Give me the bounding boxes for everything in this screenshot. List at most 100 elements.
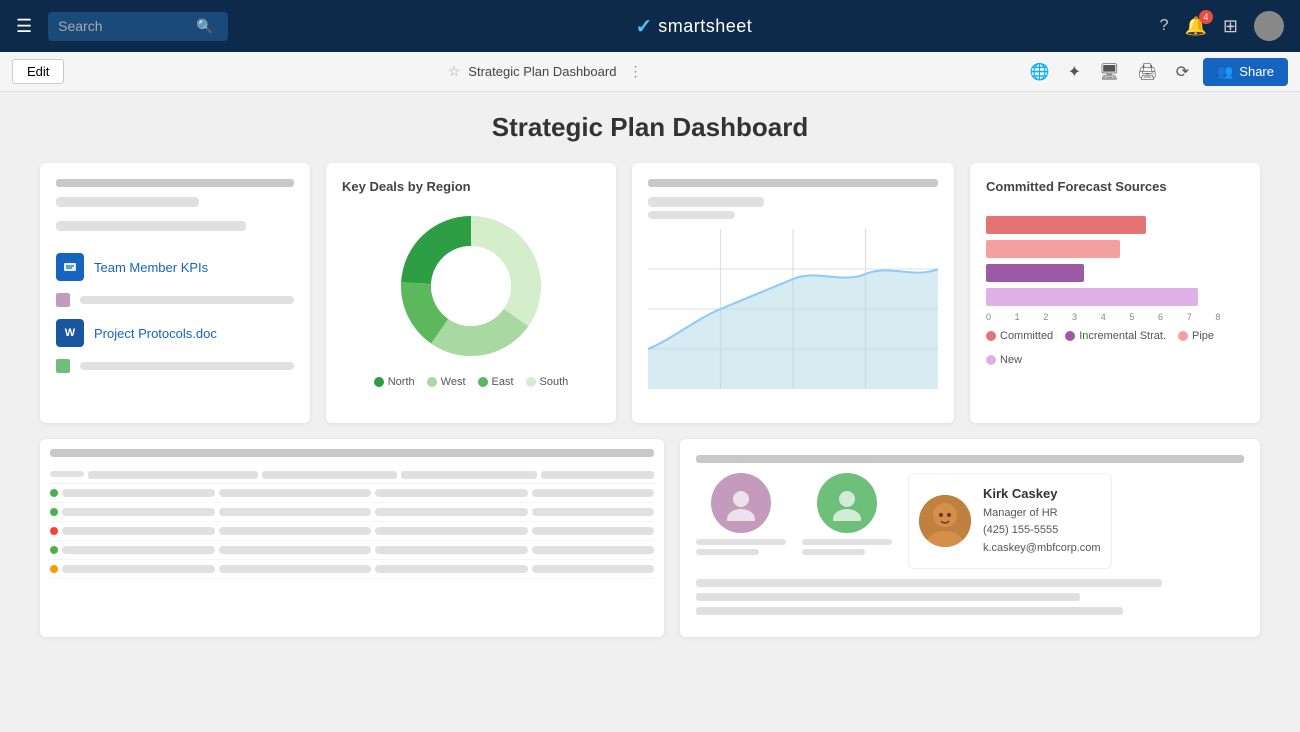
table-row [50, 541, 654, 560]
legend-new: New [986, 354, 1022, 366]
help-icon[interactable]: ? [1160, 17, 1169, 35]
edit-button[interactable]: Edit [12, 59, 64, 84]
main-content: Strategic Plan Dashboard Team Member KPI… [0, 92, 1300, 732]
top-widget-row: Team Member KPIs W Project Protocols.doc… [40, 163, 1260, 423]
bar-chart-title: Committed Forecast Sources [986, 179, 1244, 194]
contacts-bottom-lines [696, 579, 1244, 615]
contact-email: k.caskey@mbfcorp.com [983, 540, 1101, 558]
row5-cell-2 [219, 565, 372, 573]
green-dot [56, 359, 70, 373]
search-box[interactable]: 🔍 [48, 12, 228, 41]
table-row [50, 484, 654, 503]
grid-icon[interactable]: ⊞ [1223, 16, 1238, 37]
contact-avatar-2 [817, 473, 877, 533]
share-label: Share [1239, 64, 1274, 79]
bottom-line-1 [696, 579, 1162, 587]
table-row [50, 560, 654, 579]
bar-pipe [986, 240, 1120, 258]
bar-committed [986, 216, 1146, 234]
share-button[interactable]: 👥 Share [1203, 58, 1288, 86]
area-header-bar [648, 179, 938, 187]
incr-dot [1065, 331, 1075, 341]
toolbar-center: ☆ Strategic Plan Dashboard ⋮ [72, 63, 1017, 80]
contact-phone: (425) 155-5555 [983, 522, 1101, 540]
east-label: East [492, 376, 514, 388]
green-line [80, 362, 294, 370]
col-ph-2 [88, 471, 258, 479]
table-header-bar [50, 449, 654, 457]
row-cell-2 [219, 489, 372, 497]
star-filled-icon[interactable]: ✦ [1064, 58, 1085, 86]
row3-cell-2 [219, 527, 372, 535]
status-dot-5 [50, 565, 58, 573]
contact-2-lines [802, 539, 892, 555]
contact-name: Kirk Caskey [983, 484, 1101, 505]
donut-chart-title: Key Deals by Region [342, 179, 600, 194]
row2-cell-4 [532, 508, 654, 516]
dashboard-title: Strategic Plan Dashboard [40, 112, 1260, 143]
contact-1-col [696, 473, 786, 555]
col-ph-3 [262, 471, 398, 479]
row3-cell-4 [532, 527, 654, 535]
bottom-line-2 [696, 593, 1080, 601]
new-label: New [1000, 354, 1022, 366]
contacts-header-bar [696, 455, 1244, 463]
purple-item [56, 293, 294, 307]
star-icon[interactable]: ☆ [448, 63, 461, 80]
row4-cell-4 [532, 546, 654, 554]
incr-label: Incremental Strat. [1079, 330, 1166, 342]
row4-cell-3 [375, 546, 528, 554]
pipe-dot [1178, 331, 1188, 341]
contact-photo [919, 495, 971, 547]
bar-chart-widget: Committed Forecast Sources 0 1 2 [970, 163, 1260, 423]
status-dot-1 [50, 489, 58, 497]
pipe-label: Pipe [1192, 330, 1214, 342]
row-cell-4 [532, 489, 654, 497]
toolbar: Edit ☆ Strategic Plan Dashboard ⋮ 🌐 ✦ 🖥 … [0, 52, 1300, 92]
project-link[interactable]: Project Protocols.doc [94, 326, 217, 341]
placeholder-bar-1 [56, 197, 199, 207]
bar-incremental [986, 264, 1084, 282]
bottom-line-3 [696, 607, 1123, 615]
bar-row-committed [986, 216, 1244, 234]
legend-incr-strat: Incremental Strat. [1065, 330, 1166, 342]
legend-pipe: Pipe [1178, 330, 1214, 342]
row-cell-3 [375, 489, 528, 497]
notification-icon[interactable]: 🔔 4 [1184, 16, 1206, 37]
avatar[interactable] [1254, 11, 1284, 41]
west-label: West [441, 376, 466, 388]
donut-chart [342, 206, 600, 366]
row5-cell-3 [375, 565, 528, 573]
row2-cell-2 [219, 508, 372, 516]
logo-text: smartsheet [658, 16, 752, 37]
word-icon: W [56, 319, 84, 347]
table-row [50, 503, 654, 522]
notification-badge: 4 [1199, 10, 1213, 24]
col-ph-4 [401, 471, 537, 479]
new-dot [986, 355, 996, 365]
nav-center: ✓ smartsheet [244, 14, 1143, 39]
globe-icon[interactable]: 🌐 [1026, 58, 1054, 86]
area-ph1 [648, 197, 764, 207]
links-header-bar [56, 179, 294, 187]
c1-line-2 [696, 549, 759, 555]
bottom-widget-row: Kirk Caskey Manager of HR (425) 155-5555… [40, 439, 1260, 637]
print-icon[interactable]: 🖨 [1133, 58, 1161, 86]
kpi-link[interactable]: Team Member KPIs [94, 260, 208, 275]
hamburger-icon[interactable]: ☰ [16, 16, 32, 37]
placeholder-bar-2 [56, 221, 246, 231]
row5-cell-1 [62, 565, 215, 573]
top-nav: ☰ 🔍 ✓ smartsheet ? 🔔 4 ⊞ [0, 0, 1300, 52]
legend-north: North [374, 376, 415, 388]
search-input[interactable] [58, 18, 188, 34]
contact-info: Kirk Caskey Manager of HR (425) 155-5555… [983, 484, 1101, 558]
area-ph2 [648, 211, 735, 219]
south-dot [526, 377, 536, 387]
bar-row-pipe [986, 240, 1244, 258]
area-chart [648, 229, 938, 389]
contact-title: Manager of HR [983, 505, 1101, 523]
refresh-icon[interactable]: ⟳ [1172, 58, 1193, 86]
more-options-icon[interactable]: ⋮ [628, 63, 642, 80]
table-row [50, 522, 654, 541]
monitor-icon[interactable]: 🖥 [1095, 58, 1123, 86]
